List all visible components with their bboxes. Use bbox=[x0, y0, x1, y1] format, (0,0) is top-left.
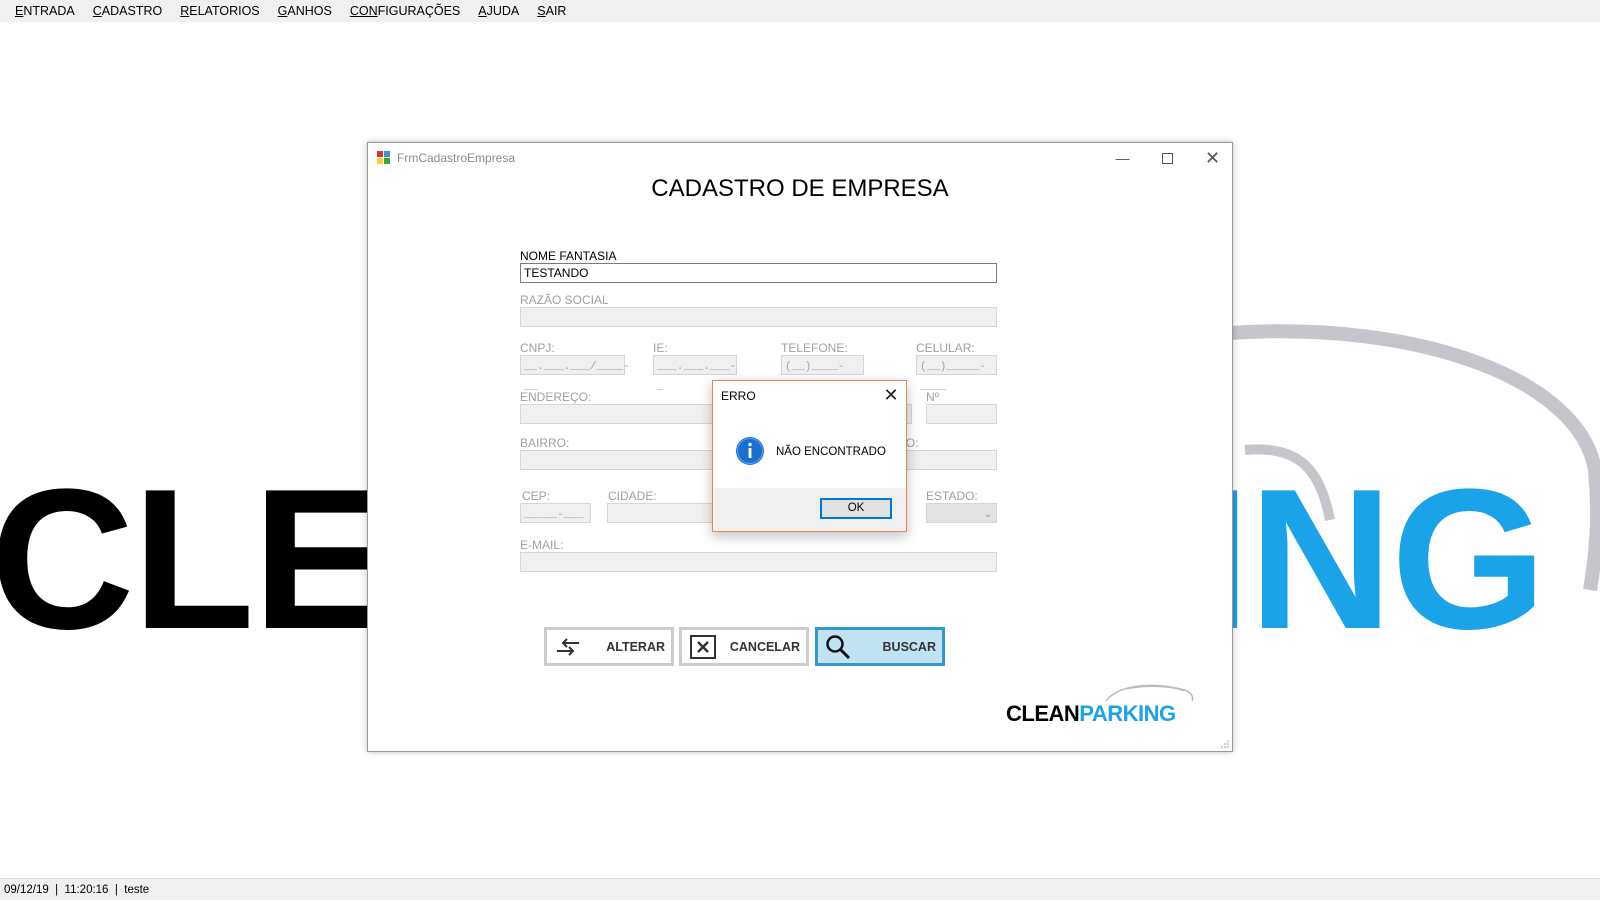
alterar-label: ALTERAR bbox=[606, 639, 665, 654]
cep-label: CEP: bbox=[522, 489, 551, 503]
cnpj-input[interactable]: __.___.___/____-__ bbox=[520, 355, 630, 393]
numero-input[interactable] bbox=[926, 404, 997, 424]
logo-clean-text: CLEAN bbox=[1006, 701, 1080, 726]
app-icon bbox=[377, 151, 390, 164]
close-icon: ✕ bbox=[1204, 147, 1221, 168]
status-time: 11:20:16 bbox=[64, 884, 109, 896]
info-icon bbox=[736, 437, 764, 465]
bairro-label: BAIRRO: bbox=[520, 436, 570, 450]
email-input[interactable] bbox=[520, 552, 997, 572]
menu-ganhos[interactable]: GANHOS bbox=[269, 0, 341, 22]
status-user: teste bbox=[124, 884, 150, 896]
endereco-label: ENDEREÇO: bbox=[520, 390, 592, 404]
maximize-button[interactable] bbox=[1145, 143, 1190, 173]
menu-sair[interactable]: SAIR bbox=[528, 0, 575, 22]
email-label: E-MAIL: bbox=[520, 538, 564, 552]
estado-select[interactable]: ⌄ bbox=[926, 503, 997, 523]
dialog-message: NÃO ENCONTRADO bbox=[776, 446, 886, 458]
swap-arrows-icon bbox=[557, 638, 579, 656]
status-date: 09/12/19 bbox=[4, 884, 49, 896]
search-icon bbox=[826, 635, 851, 660]
menu-relatorios[interactable]: RELATORIOS bbox=[171, 0, 268, 22]
status-bar: 09/12/19 | 11:20:16 | teste bbox=[0, 878, 1600, 900]
alterar-button[interactable]: ALTERAR bbox=[544, 627, 674, 666]
menu-entrada[interactable]: ENTRADA bbox=[6, 0, 84, 22]
dialog-close-button[interactable]: ✕ bbox=[876, 381, 906, 409]
minimize-button[interactable]: — bbox=[1100, 143, 1145, 173]
razao-social-input[interactable] bbox=[520, 307, 997, 327]
cancelar-label: CANCELAR bbox=[729, 639, 800, 654]
chevron-down-icon: ⌄ bbox=[983, 509, 992, 520]
cancel-x-icon bbox=[690, 635, 716, 659]
celular-input[interactable]: (__)_____-____ bbox=[916, 355, 997, 393]
resize-grip-icon[interactable] bbox=[1220, 739, 1230, 749]
menu-configuracoes[interactable]: CONFIGURAÇÕES bbox=[341, 0, 469, 22]
estado-label: ESTADO: bbox=[926, 489, 978, 503]
ie-label: IE: bbox=[653, 341, 668, 355]
nome-fantasia-label: NOME FANTASIA bbox=[520, 249, 617, 263]
form-title: CADASTRO DE EMPRESA bbox=[651, 175, 949, 202]
cidade-label: CIDADE: bbox=[608, 489, 657, 503]
background-logo-parking-text: ING bbox=[1195, 448, 1547, 671]
logo-parking-text: PARKING bbox=[1079, 701, 1176, 726]
minimize-icon: — bbox=[1115, 150, 1130, 166]
razao-social-label: RAZÃO SOCIAL bbox=[520, 293, 609, 307]
buscar-button[interactable]: BUSCAR bbox=[815, 627, 945, 666]
ok-button[interactable]: OK bbox=[820, 498, 892, 519]
cnpj-label: CNPJ: bbox=[520, 341, 555, 355]
ie-input[interactable]: ___.___.___-_ bbox=[653, 355, 737, 393]
close-button[interactable]: ✕ bbox=[1190, 143, 1235, 173]
dialog-title: ERRO bbox=[721, 389, 756, 403]
cleanparking-logo: CLEANPARKING bbox=[1006, 679, 1206, 729]
menu-bar: ENTRADA CADASTRO RELATORIOS GANHOS CONFI… bbox=[0, 0, 1600, 22]
numero-label: Nº bbox=[926, 390, 940, 404]
error-dialog: ERRO ✕ NÃO ENCONTRADO OK bbox=[712, 380, 907, 532]
dialog-footer: OK bbox=[713, 488, 906, 531]
maximize-icon bbox=[1162, 152, 1173, 164]
cep-input[interactable]: _____-___ bbox=[520, 503, 591, 523]
background-logo-clean-text: CLE bbox=[0, 448, 386, 671]
cancelar-button[interactable]: CANCELAR bbox=[679, 627, 809, 666]
window-title: FrmCadastroEmpresa bbox=[397, 151, 516, 165]
menu-cadastro[interactable]: CADASTRO bbox=[84, 0, 171, 22]
close-icon: ✕ bbox=[883, 384, 899, 405]
celular-label: CELULAR: bbox=[916, 341, 975, 355]
telefone-input[interactable]: (__)____-____ bbox=[781, 355, 864, 393]
buscar-label: BUSCAR bbox=[882, 639, 936, 654]
telefone-label: TELEFONE: bbox=[781, 341, 848, 355]
nome-fantasia-input[interactable]: TESTANDO bbox=[520, 263, 997, 283]
window-titlebar[interactable]: FrmCadastroEmpresa — ✕ bbox=[368, 143, 1232, 173]
menu-ajuda[interactable]: AJUDA bbox=[469, 0, 528, 22]
